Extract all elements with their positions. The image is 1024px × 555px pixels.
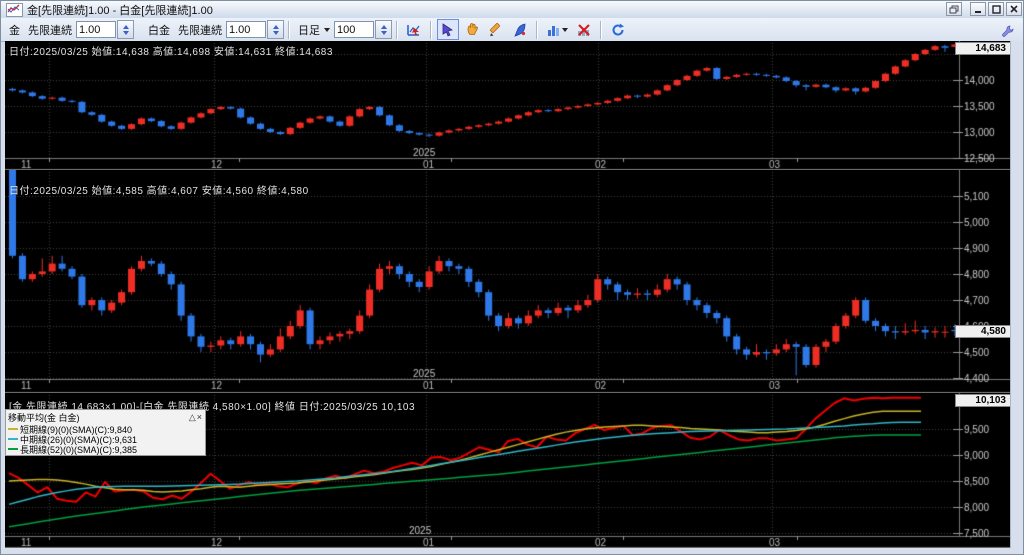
bar-count-input[interactable] (334, 21, 374, 38)
toolbar-separator (288, 20, 290, 39)
gold-multiplier-stepper[interactable] (117, 20, 134, 39)
platinum-contract-label: 先限連続 (178, 24, 222, 37)
period-dropdown-arrow-icon[interactable] (324, 27, 330, 32)
sma-long-swatch (8, 448, 18, 450)
toolbar-separator (536, 20, 538, 39)
platinum-multiplier-input[interactable] (226, 21, 266, 38)
sma-short-swatch (8, 428, 18, 430)
right-window-border (1010, 41, 1023, 548)
chart-cursor-icon[interactable] (403, 19, 425, 40)
toolbar-separator (600, 20, 602, 39)
gold-symbol-label: 金 (9, 24, 20, 37)
gold-current-price-badge: 14,683 (955, 42, 1011, 55)
platinum-multiplier-stepper[interactable] (267, 20, 284, 39)
gold-candlestick-chart[interactable] (5, 41, 1013, 170)
app-chart-icon (6, 2, 23, 17)
window-title: 金[先限連続]1.00 - 白金[先限連続]1.00 (27, 4, 213, 17)
sma-mid-swatch (8, 438, 18, 440)
pencil-draw-icon[interactable] (485, 19, 507, 40)
sma-long-label: 長期線(52)(0)(SMA)(C):9,385 (20, 444, 138, 455)
chart-area: 日付:2025/03/25 始値:14,638 高値:14,698 安値:14,… (5, 41, 1013, 548)
platinum-symbol-label: 白金 (148, 24, 170, 37)
settings-wrench-icon[interactable] (996, 20, 1018, 41)
toolbar-separator (396, 20, 398, 39)
hand-pan-icon[interactable] (461, 19, 483, 40)
gold-multiplier-input[interactable] (76, 21, 116, 38)
platinum-current-price-badge: 4,580 (955, 325, 1011, 338)
toolbar-separator (430, 20, 432, 39)
gold-ohlc-info: 日付:2025/03/25 始値:14,638 高値:14,698 安値:14,… (9, 47, 333, 58)
legend-collapse-icon[interactable]: △ (189, 412, 197, 422)
legend-item-long: 長期線(52)(0)(SMA)(C):9,385 (8, 444, 203, 455)
legend-close-icon[interactable]: × (197, 412, 203, 422)
period-dropdown-label[interactable]: 日足 (298, 22, 320, 38)
bar-count-stepper[interactable] (375, 20, 392, 39)
minimize-button[interactable] (970, 2, 986, 16)
platinum-candlestick-chart[interactable] (5, 170, 1013, 393)
close-button[interactable] (1006, 2, 1022, 16)
spread-current-price-badge: 10,103 (955, 394, 1011, 407)
clear-drawings-icon[interactable] (573, 19, 595, 40)
bottom-window-border (1, 548, 1023, 554)
toolbar: 金 先限連続 白金 先限連続 日足 (1, 18, 1023, 42)
restore-windows-button[interactable] (946, 2, 962, 16)
chart-type-dropdown-icon[interactable] (543, 19, 571, 40)
gold-contract-label: 先限連続 (28, 24, 72, 37)
title-bar[interactable]: 金[先限連続]1.00 - 白金[先限連続]1.00 (1, 1, 1023, 19)
select-cursor-icon[interactable] (437, 19, 459, 40)
quill-draw-icon[interactable] (509, 19, 531, 40)
refresh-icon[interactable] (607, 19, 629, 40)
moving-average-legend: 移動平均(金 白金) △× 短期線(9)(0)(SMA)(C):9,840 中期… (5, 409, 206, 456)
maximize-button[interactable] (988, 2, 1004, 16)
platinum-ohlc-info: 日付:2025/03/25 始値:4,585 高値:4,607 安値:4,560… (9, 186, 309, 197)
chart-application-window: 金[先限連続]1.00 - 白金[先限連続]1.00 金 先限連続 白金 先限連… (0, 0, 1024, 555)
